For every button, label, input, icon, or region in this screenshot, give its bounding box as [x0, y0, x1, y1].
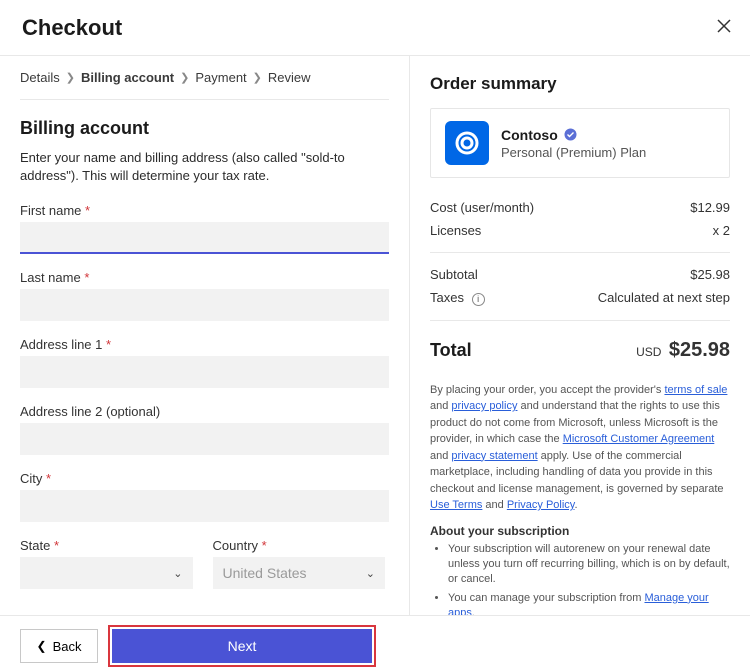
state-label: State *	[20, 538, 193, 553]
product-logo-icon	[445, 121, 489, 165]
next-button[interactable]: Next	[112, 629, 372, 663]
section-helper: Enter your name and billing address (als…	[20, 149, 385, 185]
crumb-payment[interactable]: Payment	[195, 70, 246, 85]
address-line-2-input[interactable]	[20, 423, 389, 455]
divider	[430, 252, 730, 253]
licenses-label: Licenses	[430, 223, 481, 238]
country-select[interactable]: United States ⌄	[213, 557, 386, 589]
order-summary-title: Order summary	[430, 56, 730, 108]
section-title: Billing account	[20, 118, 385, 139]
address-line-2-label: Address line 2 (optional)	[20, 404, 385, 419]
close-icon[interactable]	[716, 18, 732, 39]
privacy-policy-link[interactable]: privacy policy	[451, 400, 517, 412]
crumb-review[interactable]: Review	[268, 70, 311, 85]
about-subscription-list: Your subscription will autorenew on your…	[430, 542, 730, 616]
mca-link[interactable]: Microsoft Customer Agreement	[563, 433, 715, 445]
city-label: City *	[20, 471, 385, 486]
next-button-highlight: Next	[108, 625, 376, 667]
legal-text: By placing your order, you accept the pr…	[430, 382, 730, 514]
about-bullet-1: Your subscription will autorenew on your…	[448, 542, 730, 588]
total-currency: USD	[636, 345, 661, 359]
first-name-label: First name *	[20, 203, 385, 218]
first-name-input[interactable]	[20, 222, 389, 254]
page-title: Checkout	[22, 15, 122, 40]
verified-badge-icon	[564, 128, 577, 141]
state-select[interactable]: ⌄	[20, 557, 193, 589]
privacy-statement-link[interactable]: privacy statement	[451, 450, 537, 462]
last-name-input[interactable]	[20, 289, 389, 321]
product-card: Contoso Personal (Premium) Plan	[430, 108, 730, 178]
chevron-down-icon: ⌄	[366, 567, 375, 580]
total-value: $25.98	[669, 339, 730, 361]
address-line-1-label: Address line 1 *	[20, 337, 385, 352]
privacy-policy-2-link[interactable]: Privacy Policy	[507, 499, 575, 511]
last-name-label: Last name *	[20, 270, 385, 285]
cost-value: $12.99	[690, 200, 730, 215]
taxes-value: Calculated at next step	[598, 290, 730, 306]
back-button[interactable]: ❮ Back	[20, 629, 98, 663]
chevron-left-icon: ❮	[37, 639, 47, 653]
crumb-billing-account[interactable]: Billing account	[81, 70, 174, 85]
chevron-right-icon: ❯	[66, 71, 75, 84]
use-terms-link[interactable]: Use Terms	[430, 499, 482, 511]
chevron-right-icon: ❯	[253, 71, 262, 84]
subtotal-value: $25.98	[690, 267, 730, 282]
info-icon[interactable]: i	[472, 293, 485, 306]
address-line-1-input[interactable]	[20, 356, 389, 388]
product-plan: Personal (Premium) Plan	[501, 145, 646, 160]
divider	[430, 320, 730, 321]
product-name: Contoso	[501, 127, 558, 143]
chevron-down-icon: ⌄	[173, 567, 182, 580]
about-bullet-2: You can manage your subscription from Ma…	[448, 591, 730, 615]
taxes-label: Taxes	[430, 290, 464, 305]
total-label: Total	[430, 340, 472, 361]
cost-label: Cost (user/month)	[430, 200, 534, 215]
terms-of-sale-link[interactable]: terms of sale	[664, 384, 727, 396]
subtotal-label: Subtotal	[430, 267, 478, 282]
about-subscription-title: About your subscription	[430, 524, 730, 538]
chevron-right-icon: ❯	[180, 71, 189, 84]
licenses-value: x 2	[713, 223, 730, 238]
breadcrumb: Details ❯ Billing account ❯ Payment ❯ Re…	[20, 56, 389, 100]
city-input[interactable]	[20, 490, 389, 522]
crumb-details[interactable]: Details	[20, 70, 60, 85]
country-label: Country *	[213, 538, 386, 553]
